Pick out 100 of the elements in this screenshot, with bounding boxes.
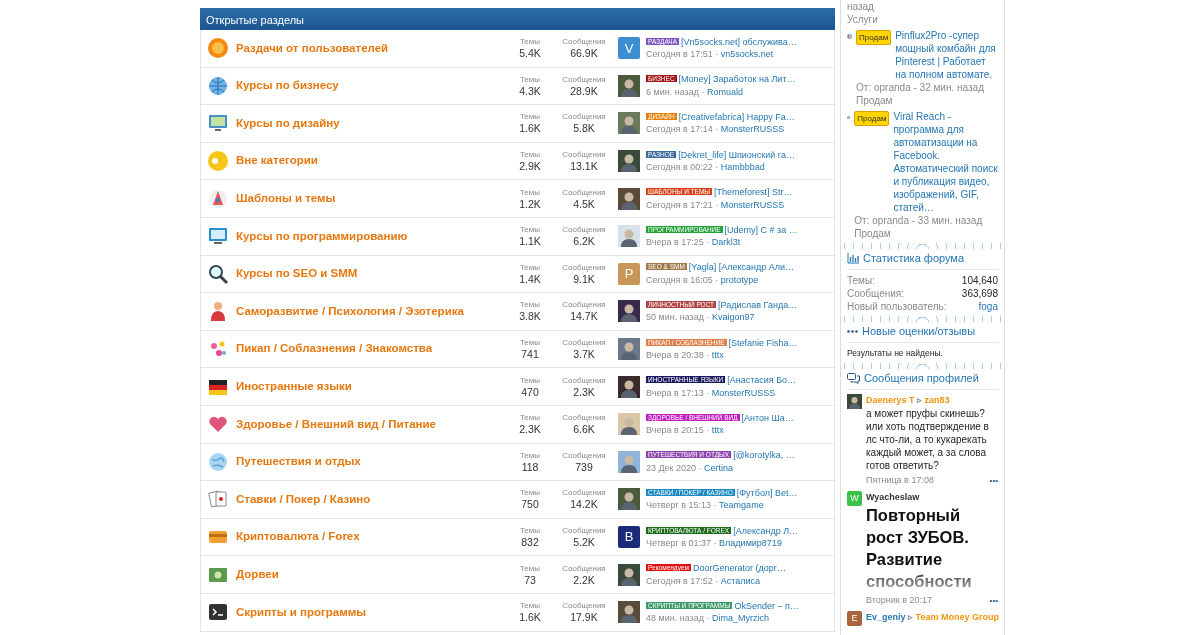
stat-value: 17.9K [570, 611, 598, 625]
forum-title[interactable]: Саморазвитие / Психология / Эзотерика [236, 302, 504, 321]
author-link[interactable]: prototype [720, 274, 759, 285]
stat-value: 5.8K [573, 122, 595, 136]
thread-title[interactable]: [Футбол] Bet… [736, 487, 798, 498]
listing-title[interactable]: Viral Reach - программа для автоматизации на Facebook. Автоматический поиск и публикация видео, изображений, GIF, статей… [893, 110, 998, 214]
avatar-icon[interactable] [618, 375, 640, 398]
author-link[interactable]: MonsterRUSSS [720, 199, 785, 210]
avatar-icon[interactable] [618, 112, 640, 135]
avatar-icon[interactable] [618, 338, 640, 361]
stat-value: 4.5K [573, 197, 595, 211]
thread-title[interactable]: [Антон Ша… [741, 412, 794, 423]
forum-title[interactable]: Курсы по SEO и SMM [236, 265, 504, 283]
thread-title[interactable]: [Александр Л… [733, 525, 799, 536]
author-link[interactable]: Асталиса [720, 575, 761, 586]
arrow-icon: ▹ [914, 395, 925, 405]
author-link[interactable]: tttx [711, 425, 724, 436]
post-time: Сегодня в 00:22 · [646, 162, 720, 173]
author-link[interactable]: Dima_Myrzich [711, 613, 769, 624]
stat-label: Темы [519, 261, 541, 273]
more-button[interactable]: ••• [989, 594, 998, 607]
avatar[interactable]: B [618, 526, 640, 548]
author-link[interactable]: Hambbbad [720, 162, 765, 173]
forum-title[interactable]: Вне категории [236, 152, 504, 170]
thread-title[interactable]: [Анастасия Бо… [727, 375, 797, 386]
forum-title[interactable]: Криптовалюта / Forex [236, 528, 504, 546]
stat-label: Темы [519, 374, 541, 386]
thread-title[interactable]: OkSender – п… [734, 600, 799, 611]
forum-title[interactable]: Курсы по программированию [236, 227, 504, 245]
avatar[interactable]: V [618, 37, 640, 60]
avatar-icon[interactable] [618, 150, 640, 173]
stat-value: 3.8K [519, 310, 541, 324]
avatar-icon[interactable] [618, 74, 640, 97]
stat-label: Темы [519, 487, 541, 499]
stat-value: 4.3K [519, 84, 541, 98]
post-time: Четверг в 01:37 · [646, 538, 718, 548]
forum-title[interactable]: Ставки / Покер / Казино [236, 490, 504, 509]
stat-value: 741 [521, 348, 539, 362]
thread-title[interactable]: [Money] Заработок на Лит… [678, 74, 796, 85]
stat-label: Новый пользователь: [847, 300, 947, 313]
prefix-badge[interactable]: Продам [856, 30, 892, 45]
listing-meta: От: opranda - 32 мин. назад [856, 81, 985, 94]
author-link[interactable]: Wyacheslaw [866, 492, 920, 502]
author-link[interactable]: Certina [704, 462, 734, 473]
thread-title[interactable]: [Радислав Ганда… [718, 299, 798, 310]
avatar-icon[interactable] [618, 488, 640, 511]
thread-title[interactable]: [Creativefabrica] Happy Fa… [678, 112, 795, 122]
forum-title[interactable]: Пикап / Соблазнения / Знакомства [236, 340, 504, 358]
thread-title[interactable]: [Stefanie Fisha… [728, 337, 798, 348]
author-link[interactable]: Владимир8719 [719, 538, 782, 548]
author-link[interactable]: tttx [711, 350, 724, 361]
thread-title[interactable]: [Themeforest] Str… [714, 187, 793, 198]
stat-value: 1.6K [519, 611, 541, 625]
stat-value: 118 [521, 460, 539, 474]
stat-label: Сообщения [562, 73, 606, 85]
thread-title[interactable]: [Dekret_life] Шпионский га… [678, 149, 795, 160]
author-link[interactable]: Kvaigon97 [711, 312, 755, 323]
author-link[interactable]: MonsterRUSSS [720, 124, 785, 135]
avatar-icon[interactable] [618, 450, 640, 473]
avatar-icon[interactable] [618, 300, 640, 323]
forum-title[interactable]: Здоровье / Внешний вид / Питание [236, 415, 504, 433]
forum-title[interactable]: Раздачи от пользователей [236, 39, 504, 57]
forum-title[interactable]: Скрипты и программы [236, 603, 504, 621]
thread-title[interactable]: DoorGenerator (дорг… [692, 563, 786, 574]
avatar[interactable]: E [847, 611, 862, 626]
forum-title[interactable]: Курсы по дизайну [236, 114, 504, 133]
thread-title[interactable]: [Vn5socks.net] обслужива… [681, 36, 797, 47]
author-link[interactable]: Romuald [706, 86, 743, 97]
stat-label: Сообщения [562, 337, 606, 349]
author-link[interactable]: Ev_geniy [866, 612, 906, 622]
forum-title[interactable]: Путешествия и отдых [236, 453, 504, 471]
stat-label: Темы [519, 73, 541, 85]
forum-title[interactable]: Иностранные языки [236, 378, 504, 396]
author-link[interactable]: vn5socks.net [720, 49, 774, 60]
globe-icon [207, 450, 229, 473]
forum-title[interactable]: Курсы по бизнесу [236, 77, 504, 95]
stat-value: 363,698 [961, 287, 998, 300]
listing-title[interactable]: Pinflux2Pro -супер мощный комбайн для Pinterest | Работает на полном автомате. [895, 29, 998, 81]
stat-value: 832 [521, 536, 539, 549]
stat-label: Сообщения [562, 36, 606, 48]
prefix-badge[interactable]: Продам [854, 111, 890, 126]
avatar-icon[interactable] [618, 413, 640, 436]
thread-title[interactable]: [Udemy] C # за … [724, 224, 798, 235]
forum-title[interactable]: Дорвеи [236, 566, 504, 584]
forum-title[interactable]: Шаблоны и темы [236, 190, 504, 208]
avatar-icon[interactable] [618, 563, 640, 586]
avatar-icon[interactable] [618, 601, 640, 624]
author-link[interactable]: Teamgame [719, 500, 764, 511]
user-link[interactable]: foga [978, 300, 998, 313]
avatar-icon[interactable] [618, 187, 640, 210]
stat-value: 73 [524, 573, 536, 587]
stat-value: 1.2K [519, 197, 541, 211]
author-link[interactable]: Darkl3t [711, 237, 741, 248]
author-link[interactable]: MonsterRUSSS [711, 387, 776, 398]
avatar-icon[interactable] [618, 225, 640, 248]
more-button[interactable]: ••• [989, 474, 998, 487]
thread-title[interactable]: [@korotylka, … [733, 450, 795, 461]
stat-label: Темы [519, 525, 541, 536]
thread-title[interactable]: [Yagla] [Александр Али… [688, 262, 794, 273]
stat-value: 2.3K [573, 385, 595, 399]
